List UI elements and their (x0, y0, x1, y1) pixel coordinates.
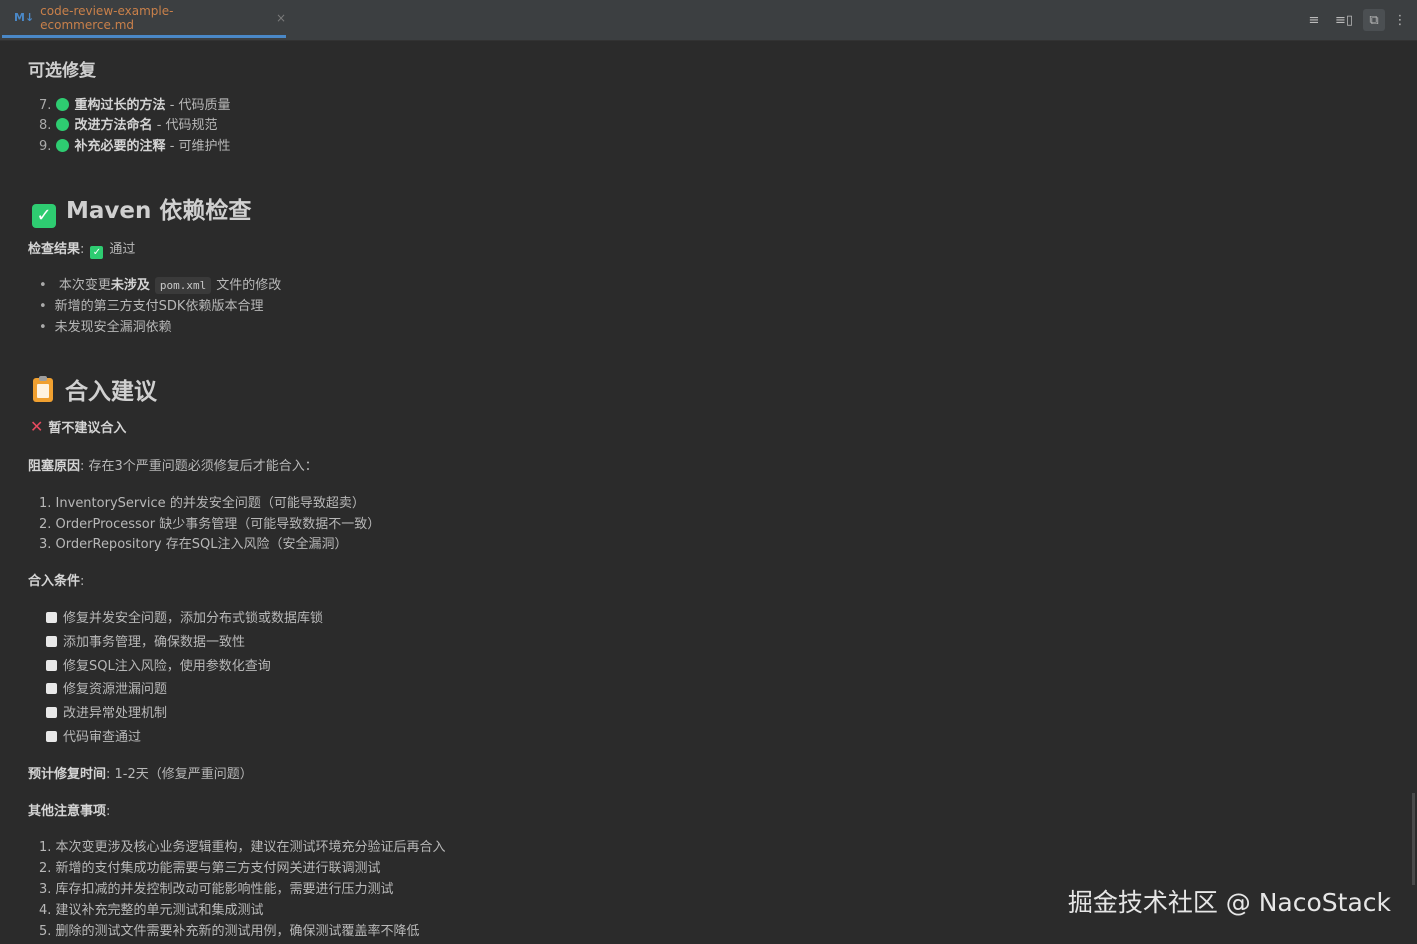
editor-tab-bar: M↓ code-review-example-ecommerce.md × ≡ … (0, 0, 1417, 41)
task-item: 添加事务管理，确保数据一致性 (46, 631, 245, 650)
list-item: 8. 改进方法命名 - 代码规范 (39, 118, 218, 133)
editor-only-icon[interactable]: ≡ (1303, 9, 1325, 31)
merge-heading: 合入建议 (33, 372, 157, 406)
other-notes-label: 其他注意事项: (28, 804, 111, 819)
check-mark-icon: ✓ (32, 204, 56, 228)
close-icon[interactable]: × (276, 11, 286, 25)
checkbox[interactable] (46, 731, 57, 742)
checkbox[interactable] (46, 612, 57, 623)
task-item: 修复并发安全问题，添加分布式锁或数据库锁 (46, 607, 323, 626)
merge-verdict: ✕ 暂不建议合入 (30, 417, 127, 436)
more-options-icon[interactable]: ⋮ (1393, 9, 1407, 31)
green-circle-icon (55, 98, 69, 111)
green-circle-icon (55, 139, 69, 152)
cross-mark-icon: ✕ (30, 417, 44, 436)
list-item: 未发现安全漏洞依赖 (39, 316, 172, 335)
task-item: 修复资源泄漏问题 (46, 678, 167, 697)
checkbox[interactable] (46, 683, 57, 694)
list-item: 5. 删除的测试文件需要补充新的测试用例，确保测试覆盖率不降低 (39, 924, 420, 939)
checkbox[interactable] (46, 636, 57, 647)
inline-code: pom.xml (154, 277, 212, 294)
split-view-icon[interactable]: ≡▯ (1333, 9, 1355, 31)
maven-heading: ✓ Maven 依赖检查 (32, 191, 251, 228)
check-mark-icon: ✓ (90, 246, 104, 259)
list-item: 本次变更未涉及pom.xml文件的修改 (39, 274, 281, 294)
watermark: 掘金技术社区 @ NacoStack (1067, 888, 1391, 917)
block-reason: 阻塞原因: 存在3个严重问题必须修复后才能合入： (28, 459, 318, 474)
tab-title: code-review-example-ecommerce.md (40, 3, 174, 32)
maven-result: 检查结果: ✓ 通过 (28, 242, 136, 259)
merge-conditions-label: 合入条件: (28, 574, 85, 589)
list-item: 3. 库存扣减的并发控制改动可能影响性能，需要进行压力测试 (39, 882, 394, 897)
list-item: 7. 重构过长的方法 - 代码质量 (39, 98, 231, 113)
checkbox[interactable] (46, 660, 57, 671)
green-circle-icon (55, 118, 69, 131)
task-item: 代码审查通过 (46, 726, 141, 745)
list-item: 4. 建议补充完整的单元测试和集成测试 (39, 903, 264, 918)
checkbox[interactable] (46, 707, 57, 718)
optional-fixes-heading: 可选修复 (28, 61, 96, 81)
list-item: 新增的第三方支付SDK依赖版本合理 (39, 295, 264, 314)
list-item: 1. InventoryService 的并发安全问题（可能导致超卖） (39, 496, 365, 511)
list-item: 2. OrderProcessor 缺少事务管理（可能导致数据不一致） (39, 517, 381, 532)
task-item: 改进异常处理机制 (46, 702, 167, 721)
preview-only-icon[interactable]: ⧉ (1363, 9, 1385, 31)
file-tab[interactable]: M↓ code-review-example-ecommerce.md × (2, 0, 286, 38)
list-item: 1. 本次变更涉及核心业务逻辑重构，建议在测试环境充分验证后再合入 (39, 840, 446, 855)
list-item: 3. OrderRepository 存在SQL注入风险（安全漏洞） (39, 537, 348, 552)
scrollbar-thumb[interactable] (1412, 793, 1415, 885)
clipboard-icon (33, 376, 53, 402)
list-item: 9. 补充必要的注释 - 可维护性 (39, 139, 231, 154)
list-item: 2. 新增的支付集成功能需要与第三方支付网关进行联调测试 (39, 861, 381, 876)
markdown-file-icon: M↓ (14, 11, 35, 24)
task-item: 修复SQL注入风险，使用参数化查询 (46, 655, 271, 674)
estimated-fix-time: 预计修复时间: 1-2天（修复严重问题） (28, 767, 253, 782)
preview-toolbar: ≡ ≡▯ ⧉ ⋮ (1303, 9, 1417, 31)
markdown-preview: 可选修复 7. 重构过长的方法 - 代码质量 8. 改进方法命名 - 代码规范 … (0, 40, 1417, 944)
